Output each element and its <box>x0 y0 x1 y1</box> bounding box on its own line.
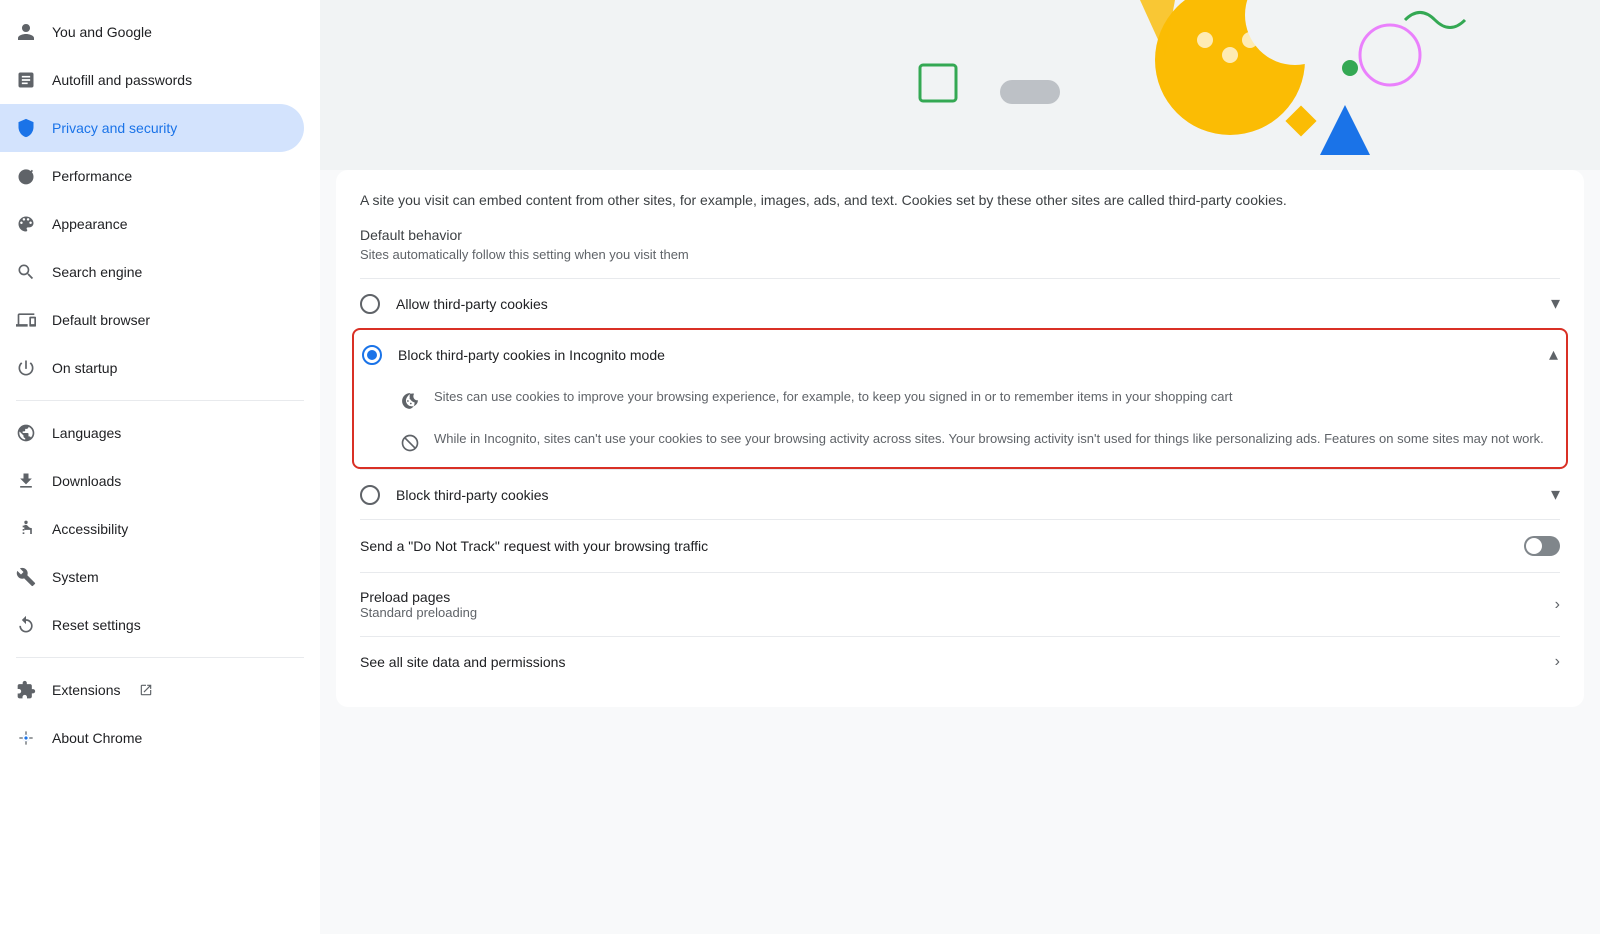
incognito-detail-2: While in Incognito, sites can't use your… <box>362 425 1558 467</box>
do-not-track-title: Send a "Do Not Track" request with your … <box>360 538 1508 554</box>
puzzle-icon <box>16 680 36 700</box>
accessibility-icon <box>16 519 36 539</box>
do-not-track-toggle[interactable] <box>1524 536 1560 556</box>
block-incognito-radio[interactable] <box>362 345 382 365</box>
sidebar-item-label: Extensions <box>52 682 120 698</box>
sidebar-item-default-browser[interactable]: Default browser <box>0 296 304 344</box>
sidebar-item-about-chrome[interactable]: About Chrome <box>0 714 304 762</box>
preload-pages-arrow: › <box>1555 596 1560 614</box>
block-detail-icon <box>398 431 422 455</box>
site-data-title: See all site data and permissions <box>360 654 1539 670</box>
sidebar-item-label: Search engine <box>52 264 142 280</box>
block-all-option[interactable]: Block third-party cookies ▾ <box>360 469 1560 519</box>
do-not-track-label-container: Send a "Do Not Track" request with your … <box>360 538 1508 554</box>
sidebar-item-privacy[interactable]: Privacy and security <box>0 104 304 152</box>
sidebar-item-on-startup[interactable]: On startup <box>0 344 304 392</box>
sidebar-item-search-engine[interactable]: Search engine <box>0 248 304 296</box>
sidebar-item-label: Default browser <box>52 312 150 328</box>
sidebar-item-downloads[interactable]: Downloads <box>0 457 304 505</box>
chrome-icon <box>16 728 36 748</box>
allow-cookies-label: Allow third-party cookies <box>396 296 1535 312</box>
sidebar-item-performance[interactable]: Performance <box>0 152 304 200</box>
shield-icon <box>16 118 36 138</box>
sidebar-item-label: System <box>52 569 99 585</box>
sidebar-item-system[interactable]: System <box>0 553 304 601</box>
person-icon <box>16 22 36 42</box>
sidebar-item-label: Languages <box>52 425 121 441</box>
block-incognito-option[interactable]: Block third-party cookies in Incognito m… <box>362 330 1558 379</box>
external-link-icon <box>136 680 156 700</box>
sidebar: You and Google Autofill and passwords Pr… <box>0 0 320 934</box>
sidebar-item-label: On startup <box>52 360 117 376</box>
reset-icon <box>16 615 36 635</box>
allow-cookies-radio[interactable] <box>360 294 380 314</box>
block-all-chevron: ▾ <box>1551 484 1560 505</box>
sidebar-item-label: Privacy and security <box>52 120 177 136</box>
sidebar-item-label: Performance <box>52 168 132 184</box>
block-all-radio[interactable] <box>360 485 380 505</box>
sidebar-item-label: Reset settings <box>52 617 141 633</box>
default-behavior-label: Default behavior <box>360 227 1560 243</box>
speed-icon <box>16 166 36 186</box>
cookie-detail-icon <box>398 389 422 413</box>
nav-divider <box>16 400 304 401</box>
hero-shapes <box>320 0 1600 170</box>
sidebar-item-label: Appearance <box>52 216 128 232</box>
palette-icon <box>16 214 36 234</box>
site-data-label-container: See all site data and permissions <box>360 654 1539 670</box>
block-incognito-chevron: ▴ <box>1549 344 1558 365</box>
default-behavior-subtext: Sites automatically follow this setting … <box>360 247 1560 262</box>
incognito-detail-text-2: While in Incognito, sites can't use your… <box>434 429 1544 449</box>
nav-divider-2 <box>16 657 304 658</box>
globe-icon <box>16 423 36 443</box>
cookies-content-section: A site you visit can embed content from … <box>336 170 1584 707</box>
incognito-detail-1: Sites can use cookies to improve your br… <box>362 379 1558 425</box>
hero-section <box>320 0 1600 170</box>
sidebar-item-reset-settings[interactable]: Reset settings <box>0 601 304 649</box>
sidebar-item-languages[interactable]: Languages <box>0 409 304 457</box>
main-content: A site you visit can embed content from … <box>320 0 1600 934</box>
preload-pages-subtitle: Standard preloading <box>360 605 1539 620</box>
site-data-row[interactable]: See all site data and permissions › <box>360 636 1560 687</box>
download-icon <box>16 471 36 491</box>
power-icon <box>16 358 36 378</box>
browser-icon <box>16 310 36 330</box>
preload-pages-title: Preload pages <box>360 589 1539 605</box>
search-icon <box>16 262 36 282</box>
preload-pages-label-container: Preload pages Standard preloading <box>360 589 1539 620</box>
site-data-arrow: › <box>1555 653 1560 671</box>
sidebar-item-label: You and Google <box>52 24 152 40</box>
cookies-description: A site you visit can embed content from … <box>360 190 1560 211</box>
sidebar-item-label: Autofill and passwords <box>52 72 192 88</box>
sidebar-item-extensions[interactable]: Extensions <box>0 666 304 714</box>
receipt-icon <box>16 70 36 90</box>
block-all-label: Block third-party cookies <box>396 487 1535 503</box>
sidebar-item-appearance[interactable]: Appearance <box>0 200 304 248</box>
sidebar-item-accessibility[interactable]: Accessibility <box>0 505 304 553</box>
preload-pages-row[interactable]: Preload pages Standard preloading › <box>360 572 1560 636</box>
sidebar-item-label: Downloads <box>52 473 121 489</box>
block-incognito-label: Block third-party cookies in Incognito m… <box>398 347 1533 363</box>
allow-cookies-chevron: ▾ <box>1551 293 1560 314</box>
allow-cookies-option[interactable]: Allow third-party cookies ▾ <box>360 278 1560 328</box>
block-incognito-box: Block third-party cookies in Incognito m… <box>352 328 1568 469</box>
wrench-icon <box>16 567 36 587</box>
sidebar-item-autofill[interactable]: Autofill and passwords <box>0 56 304 104</box>
sidebar-item-label: Accessibility <box>52 521 128 537</box>
sidebar-item-you-and-google[interactable]: You and Google <box>0 8 304 56</box>
incognito-detail-text-1: Sites can use cookies to improve your br… <box>434 387 1232 407</box>
do-not-track-row: Send a "Do Not Track" request with your … <box>360 519 1560 572</box>
sidebar-item-label: About Chrome <box>52 730 142 746</box>
